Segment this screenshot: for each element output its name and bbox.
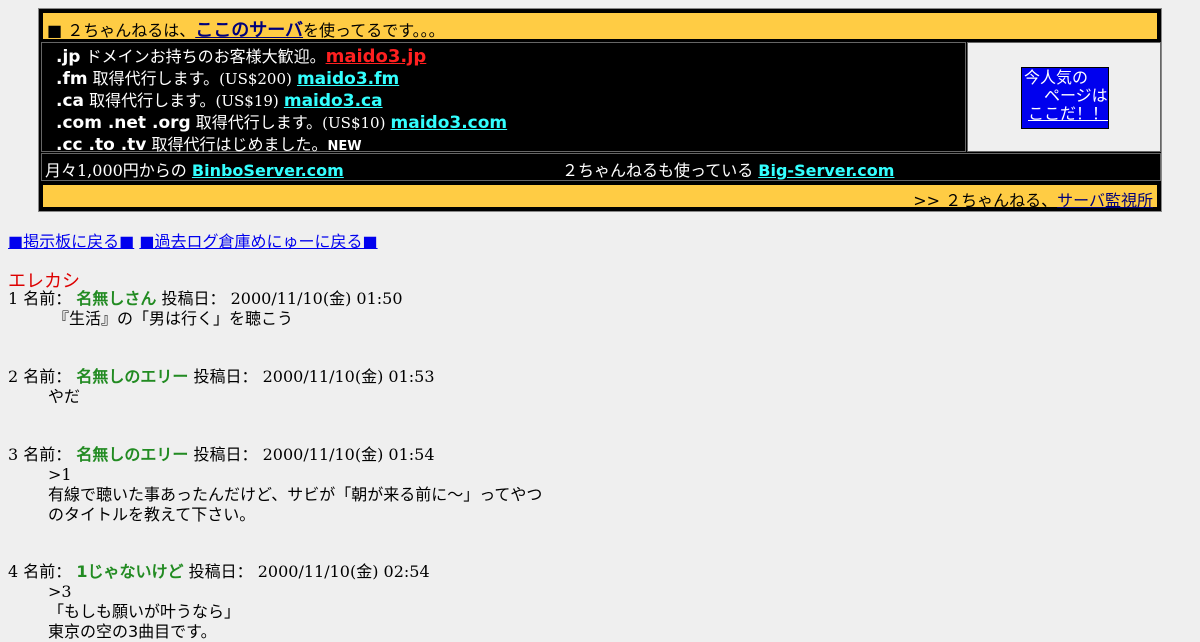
domain-price: (US$19): [215, 92, 279, 110]
server-monitor-link[interactable]: サーバ監視所: [1057, 191, 1153, 210]
name-label: 名前：: [23, 445, 72, 464]
date-label: 投稿日：: [193, 367, 258, 386]
post-3: 3 名前： 名無しのエリー 投稿日： 2000/11/10(金) 01:54 >…: [8, 445, 542, 525]
maido3-com-link[interactable]: maido3.com: [391, 113, 508, 133]
binbo-ad: 月々1,000円からの BinboServer.com: [45, 157, 344, 181]
post-body: やだ: [8, 387, 435, 407]
maido3-fm-link[interactable]: maido3.fm: [297, 69, 399, 89]
post-number: 3: [8, 445, 19, 464]
name-label: 名前：: [23, 289, 72, 308]
post-date: 2000/11/10(金) 02:54: [257, 562, 430, 581]
post-2: 2 名前： 名無しのエリー 投稿日： 2000/11/10(金) 01:53 や…: [8, 367, 435, 407]
maido3-jp-link[interactable]: maido3.jp: [326, 46, 427, 67]
back-to-board-link[interactable]: ■掲示板に戻る■: [8, 232, 134, 251]
binbo-prefix: 月々1,000円からの: [45, 161, 187, 180]
domain-price: (US$10): [322, 114, 386, 132]
post-number: 2: [8, 367, 19, 386]
domain-price: (US$200): [219, 70, 292, 88]
post-number: 4: [8, 562, 19, 581]
bigserver-prefix: ２ちゃんねるも使っている: [562, 161, 754, 180]
domain-tld: .jp: [56, 47, 81, 67]
bigserver-ad: ２ちゃんねるも使っている Big-Server.com: [562, 157, 894, 181]
domain-tld: .fm: [56, 69, 88, 89]
post-line: 『生活』の「男は行く」を聴こう: [53, 309, 294, 328]
name-label: 名前：: [23, 562, 72, 581]
domain-row-ca: .ca 取得代行します。(US$19) maido3.ca: [56, 87, 383, 111]
date-label: 投稿日：: [188, 562, 253, 581]
ad-banner: ■ ２ちゃんねるは、ここのサーバを使ってるです。。。 .jp ドメインお持ちのお…: [38, 8, 1162, 212]
binboserver-link[interactable]: BinboServer.com: [192, 161, 344, 180]
post-date: 2000/11/10(金) 01:53: [262, 367, 435, 386]
post-1: 1 名前： 名無しさん 投稿日： 2000/11/10(金) 01:50 『生活…: [8, 289, 403, 329]
post-body: 『生活』の「男は行く」を聴こう: [8, 309, 403, 329]
ad-link[interactable]: ここだ！！: [1028, 104, 1108, 123]
monitor-prefix: >> ２ちゃんねる、: [913, 191, 1058, 210]
name-label: 名前：: [23, 367, 72, 386]
nav-links: ■掲示板に戻る■ ■過去ログ倉庫めにゅーに戻る■: [8, 228, 378, 252]
maido3-ca-link[interactable]: maido3.ca: [284, 91, 383, 111]
ad-panel: 今人気の ページは ここだ！！: [967, 42, 1161, 152]
banner-top-suffix: を使ってるです。。。: [303, 21, 445, 40]
poster-name: 名無しのエリー: [76, 367, 189, 386]
post-line: >3: [48, 582, 72, 601]
popular-page-ad[interactable]: 今人気の ページは ここだ！！: [1021, 67, 1109, 129]
domain-row-cc: .cc .to .tv 取得代行はじめました。NEW: [56, 131, 362, 155]
new-badge: NEW: [327, 139, 362, 154]
domain-tld: .ca: [56, 91, 85, 111]
post-line: 「もしも願いが叶うなら」: [48, 602, 241, 621]
post-line: 有線で聴いた事あったんだけど、サビが「朝が来る前に～」ってやつ: [48, 485, 543, 504]
domain-desc: 取得代行します。: [195, 113, 323, 132]
bigserver-link[interactable]: Big-Server.com: [758, 161, 894, 180]
poster-name: 名無しさん: [76, 289, 157, 308]
poster-name: 1じゃないけど: [76, 562, 184, 581]
domain-panel: .jp ドメインお持ちのお客様大歓迎。maido3.jp .fm 取得代行します…: [41, 42, 966, 155]
domain-row-com: .com .net .org 取得代行します。(US$10) maido3.co…: [56, 109, 507, 133]
post-4: 4 名前： 1じゃないけど 投稿日： 2000/11/10(金) 02:54 >…: [8, 562, 430, 642]
post-date: 2000/11/10(金) 01:54: [262, 445, 435, 464]
banner-top: ■ ２ちゃんねるは、ここのサーバを使ってるです。。。: [41, 11, 1159, 41]
date-label: 投稿日：: [193, 445, 258, 464]
ad-line-1: 今人気の: [1024, 68, 1089, 87]
post-body: >1 有線で聴いた事あったんだけど、サビが「朝が来る前に～」ってやつ のタイトル…: [8, 465, 542, 525]
domain-tld: .com .net .org: [56, 113, 191, 133]
post-line: のタイトルを教えて下さい。: [48, 505, 256, 524]
domain-desc: 取得代行します。: [92, 69, 220, 88]
post-line: やだ: [48, 387, 81, 406]
poster-name: 名無しのエリー: [76, 445, 189, 464]
date-label: 投稿日：: [161, 289, 226, 308]
banner-top-prefix: ■ ２ちゃんねるは、: [47, 21, 196, 40]
domain-desc: ドメインお持ちのお客様大歓迎。: [85, 47, 326, 66]
domain-tld: .cc .to .tv: [56, 135, 147, 155]
post-line: 東京の空の3曲目です。: [48, 622, 217, 641]
post-line: >1: [48, 465, 72, 484]
post-number: 1: [8, 289, 19, 308]
server-ads-row: 月々1,000円からの BinboServer.com ２ちゃんねるも使っている…: [41, 153, 1161, 181]
server-link[interactable]: ここのサーバ: [195, 20, 303, 41]
domain-desc: 取得代行はじめました。: [151, 135, 328, 154]
ad-line-2: ページは: [1044, 86, 1108, 105]
banner-bottom: >> ２ちゃんねる、サーバ監視所: [41, 183, 1159, 210]
domain-desc: 取得代行します。: [89, 91, 216, 110]
domain-row-fm: .fm 取得代行します。(US$200) maido3.fm: [56, 65, 399, 89]
post-date: 2000/11/10(金) 01:50: [230, 289, 403, 308]
back-to-archive-link[interactable]: ■過去ログ倉庫めにゅーに戻る■: [139, 232, 377, 251]
domain-row-jp: .jp ドメインお持ちのお客様大歓迎。maido3.jp: [56, 43, 426, 67]
post-body: >3 「もしも願いが叶うなら」 東京の空の3曲目です。: [8, 582, 430, 642]
